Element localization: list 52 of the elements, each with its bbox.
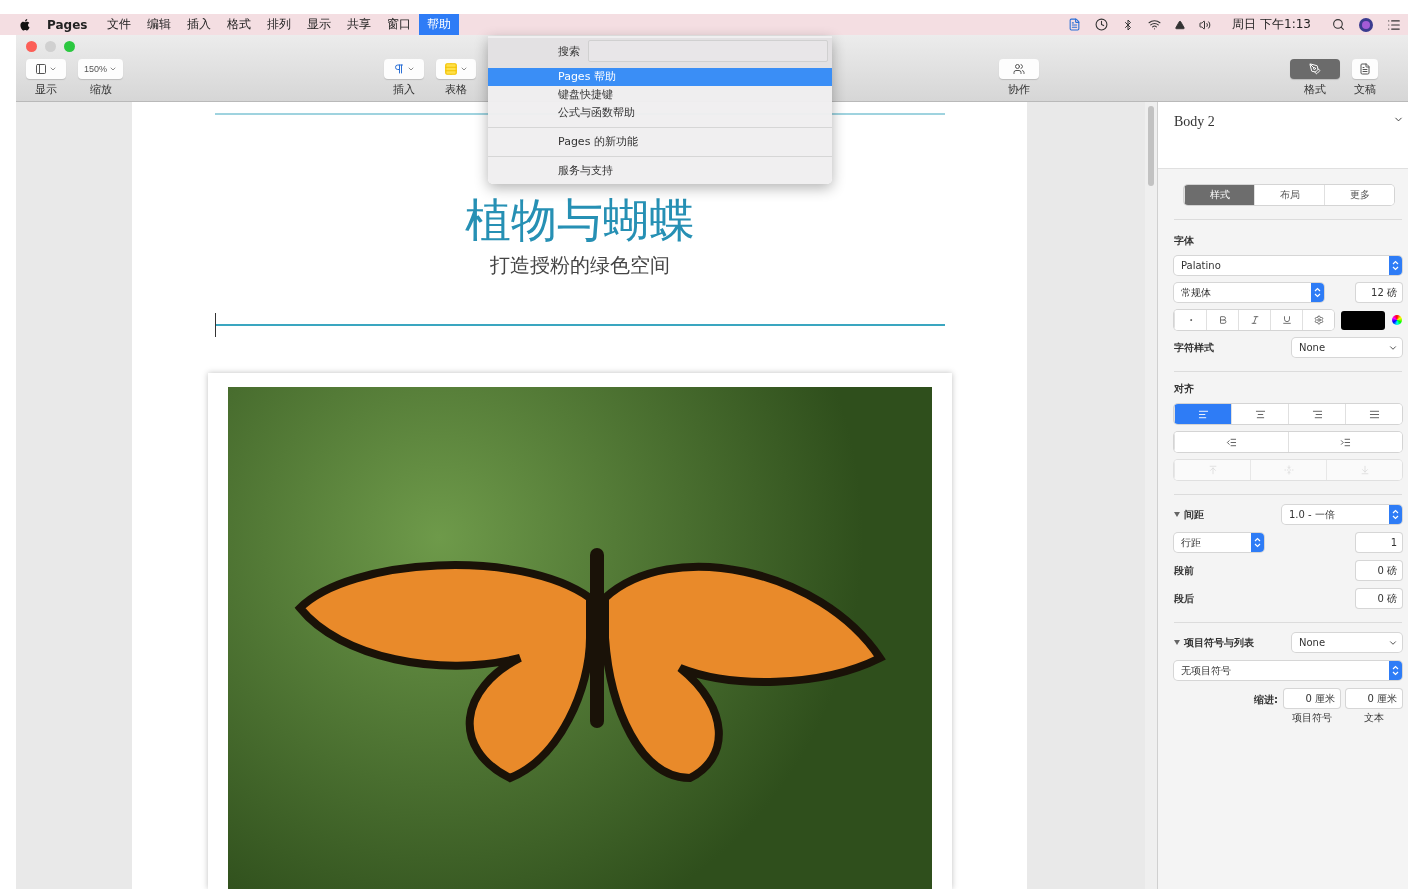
field-caption: 文本 [1364,711,1384,725]
field-label: 段前 [1174,563,1194,578]
field-label: 段后 [1174,591,1194,606]
font-size-field[interactable]: 12 磅 [1356,283,1402,302]
section-label: 字符样式 [1174,340,1214,355]
search-label: 搜索 [558,43,580,59]
text-indent-field[interactable]: 0 厘米 [1346,689,1402,708]
section-label: 对齐 [1174,382,1195,396]
paragraph-style-name[interactable]: Body 2 [1174,114,1215,130]
menu-item[interactable]: 格式 [219,14,260,35]
space-after-field[interactable]: 0 磅 [1356,589,1402,608]
menu-item[interactable]: 共享 [339,14,380,35]
menu-item[interactable]: 显示 [299,14,340,35]
toolbar-label: 插入 [393,82,416,97]
document-title: 植物与蝴蝶 [464,195,695,246]
toolbar-label: 文稿 [1353,82,1376,97]
menu-item[interactable]: 服务与支持 [488,162,832,180]
spacing-select[interactable]: 1.0 - 一倍 [1282,505,1402,524]
document-subtitle: 打造授粉的绿色空间 [489,251,670,279]
toolbar-label: 缩放 [89,82,112,97]
menu-item[interactable]: 公式与函数帮助 [488,104,832,122]
menu-item[interactable]: 窗口 [379,14,420,35]
menu-item[interactable]: 帮助 [419,14,460,35]
menu-item[interactable]: 插入 [179,14,220,35]
typeface-select[interactable]: 常规体 [1174,283,1324,302]
field-label: 缩进: [1254,693,1278,707]
font-select[interactable]: Palatino [1174,256,1402,275]
segment-tab[interactable]: 更多 [1324,185,1394,205]
toolbar-label: 格式 [1303,82,1326,97]
field-caption: 项目符号 [1292,711,1332,725]
menu-item[interactable]: 编辑 [139,14,180,35]
menu-item[interactable]: 键盘快捷键 [488,86,832,104]
menu-item[interactable]: 排列 [259,14,300,35]
line-spacing-select[interactable]: 行距 [1174,533,1264,552]
toolbar-label: 协作 [1008,82,1031,97]
list-style-select[interactable]: None [1292,633,1402,652]
bullet-style-select[interactable]: 无项目符号 [1174,661,1402,680]
bullet-indent-field[interactable]: 0 厘米 [1284,689,1340,708]
character-style-select[interactable]: None [1292,338,1402,357]
space-before-field[interactable]: 0 磅 [1356,561,1402,580]
menu-clock[interactable]: 周日 下午1:13 [1232,16,1311,33]
toolbar-label: 显示 [35,82,57,97]
segment-tab[interactable]: 样式 [1184,185,1254,205]
section-label: 间距 [1184,507,1204,522]
line-spacing-field[interactable]: 1 [1356,533,1402,552]
zoom-dropdown[interactable]: 150% [78,59,124,79]
menu-item[interactable]: 文件 [99,14,140,35]
toolbar-label: 表格 [445,82,468,97]
section-label: 项目符号与列表 [1184,635,1254,650]
menu-app-name[interactable]: Pages [31,17,100,32]
menu-item[interactable]: Pages 的新功能 [488,133,832,151]
section-label: 字体 [1174,234,1195,248]
